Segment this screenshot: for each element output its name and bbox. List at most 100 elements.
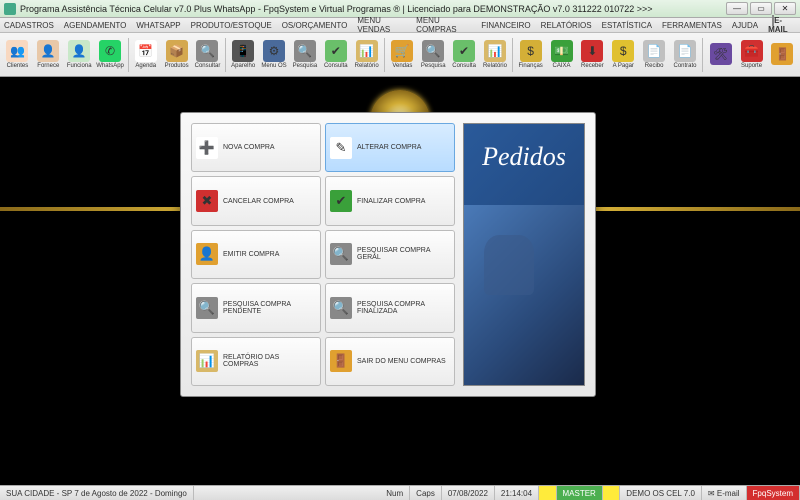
toolbar-relatório[interactable]: 📊Relatório xyxy=(481,35,510,75)
toolbar-aparelho[interactable]: 📱Aparelho xyxy=(229,35,258,75)
toolbar-whatsapp[interactable]: ✆WhatsApp xyxy=(96,35,125,75)
relatório-icon: 📊 xyxy=(356,40,378,62)
clientes-icon: 👥 xyxy=(6,40,28,62)
toolbar-consultar[interactable]: 🔍Consultar xyxy=(193,35,222,75)
dlg-btn-pesquisa-compra-pendente[interactable]: 🔍PESQUISA COMPRA PENDENTE xyxy=(191,283,321,332)
toolbar-label: A Pagar xyxy=(613,63,634,69)
close-button[interactable]: ✕ xyxy=(774,2,796,15)
dlg-btn-nova-compra[interactable]: ➕NOVA COMPRA xyxy=(191,123,321,172)
toolbar-contrato[interactable]: 📄Contrato xyxy=(671,35,700,75)
dlg-btn-sair-do-menu-compras[interactable]: 🚪SAIR DO MENU COMPRAS xyxy=(325,337,455,386)
toolbar-separator xyxy=(128,38,129,72)
toolbar-pesquisa[interactable]: 🔍Pesquisa xyxy=(419,35,448,75)
toolbar-label: Pesquisa xyxy=(421,63,446,69)
dlg-btn-cancelar-compra[interactable]: ✖CANCELAR COMPRA xyxy=(191,176,321,225)
dlg-btn-pesquisa-compra-finalizada[interactable]: 🔍 PESQUISA COMPRA FINALIZADA xyxy=(325,283,455,332)
toolbar-receber[interactable]: ⬇Receber xyxy=(578,35,607,75)
dlg-icon: 📊 xyxy=(196,350,218,372)
btn24-icon: 🚪 xyxy=(771,43,793,65)
statusbar: SUA CIDADE - SP 7 de Agosto de 2022 - Do… xyxy=(0,485,800,500)
toolbar-label: Consulta xyxy=(452,63,476,69)
toolbar-label: Recibo xyxy=(645,63,664,69)
dlg-btn-relatório-das-compras[interactable]: 📊 RELATÓRIO DAS COMPRAS xyxy=(191,337,321,386)
toolbar-funciona[interactable]: 👤Funciona xyxy=(65,35,94,75)
menu-agendamento[interactable]: AGENDAMENTO xyxy=(64,21,127,30)
finanças-icon: $ xyxy=(520,40,542,62)
email-icon: ✉ xyxy=(708,489,715,498)
dlg-btn-alterar-compra[interactable]: ✎ALTERAR COMPRA xyxy=(325,123,455,172)
maximize-button[interactable]: ▭ xyxy=(750,2,772,15)
toolbar-caixa[interactable]: 💵CAIXA xyxy=(547,35,576,75)
toolbar-pesquisa[interactable]: 🔍Pesquisa xyxy=(290,35,319,75)
email-icon xyxy=(772,15,774,26)
whatsapp-icon: ✆ xyxy=(99,40,121,62)
status-location: SUA CIDADE - SP 7 de Agosto de 2022 - Do… xyxy=(0,486,194,500)
suporte-icon: 🧰 xyxy=(741,40,763,62)
status-email[interactable]: ✉ E-mail xyxy=(702,486,747,500)
menu-menu compras[interactable]: MENU COMPRAS xyxy=(416,16,471,34)
toolbar-label: Suporte xyxy=(741,63,762,69)
menu-estatística[interactable]: ESTATÍSTICA xyxy=(602,21,652,30)
toolbar-suporte[interactable]: 🧰Suporte xyxy=(737,35,766,75)
menu-ferramentas[interactable]: FERRAMENTAS xyxy=(662,21,722,30)
toolbar-fornece[interactable]: 👤Fornece xyxy=(34,35,63,75)
dlg-icon: 🔍 xyxy=(330,243,352,265)
fornece-icon: 👤 xyxy=(37,40,59,62)
dlg-btn-finalizar-compra[interactable]: ✔FINALIZAR COMPRA xyxy=(325,176,455,225)
toolbar-agenda[interactable]: 📅Agenda xyxy=(131,35,160,75)
menu-produto/estoque[interactable]: PRODUTO/ESTOQUE xyxy=(191,21,272,30)
status-indicator-yellow2 xyxy=(603,486,620,500)
menu-relatórios[interactable]: RELATÓRIOS xyxy=(541,21,592,30)
consulta-icon: ✔ xyxy=(453,40,475,62)
menu-cadastros[interactable]: CADASTROS xyxy=(4,21,54,30)
minimize-button[interactable]: — xyxy=(726,2,748,15)
window-controls: — ▭ ✕ xyxy=(726,2,796,15)
menu-ajuda[interactable]: AJUDA xyxy=(732,21,758,30)
toolbar-label: Finanças xyxy=(518,63,542,69)
produtos-icon: 📦 xyxy=(166,40,188,62)
toolbar-finanças[interactable]: $Finanças xyxy=(516,35,545,75)
toolbar-recibo[interactable]: 📄Recibo xyxy=(640,35,669,75)
app-icon xyxy=(4,3,16,15)
toolbar-clientes[interactable]: 👥Clientes xyxy=(3,35,32,75)
toolbar-btn22[interactable]: 🛠 xyxy=(706,35,735,75)
menu-menu vendas[interactable]: MENU VENDAS xyxy=(357,16,406,34)
consultar-icon: 🔍 xyxy=(196,40,218,62)
toolbar-relatório[interactable]: 📊Relatório xyxy=(352,35,381,75)
toolbar-label: Clientes xyxy=(7,63,29,69)
toolbar-label: Relatório xyxy=(483,63,507,69)
toolbar-label: CAIXA xyxy=(552,63,570,69)
toolbar-label: Fornece xyxy=(37,63,59,69)
status-time: 21:14:04 xyxy=(495,486,539,500)
dlg-icon: 🔍 xyxy=(196,297,218,319)
menu-financeiro[interactable]: FINANCEIRO xyxy=(481,21,530,30)
toolbar-a pagar[interactable]: $A Pagar xyxy=(609,35,638,75)
toolbar-menu os[interactable]: ⚙Menu OS xyxy=(260,35,289,75)
toolbar-separator xyxy=(512,38,513,72)
toolbar-label: Vendas xyxy=(392,63,412,69)
toolbar-label: Funciona xyxy=(67,63,92,69)
menu-whatsapp[interactable]: WHATSAPP xyxy=(136,21,180,30)
pesquisa-icon: 🔍 xyxy=(294,40,316,62)
dlg-icon: 🔍 xyxy=(330,297,352,319)
dlg-btn-label: RELATÓRIO DAS COMPRAS xyxy=(223,354,316,368)
toolbar-consulta[interactable]: ✔Consulta xyxy=(321,35,350,75)
pesquisa-icon: 🔍 xyxy=(422,40,444,62)
toolbar-btn24[interactable]: 🚪 xyxy=(768,35,797,75)
main-area: ➕NOVA COMPRA✎ALTERAR COMPRA✖CANCELAR COM… xyxy=(0,77,800,485)
dlg-icon: 👤 xyxy=(196,243,218,265)
toolbar-produtos[interactable]: 📦Produtos xyxy=(162,35,191,75)
dlg-btn-pesquisar-compra-geral[interactable]: 🔍PESQUISAR COMPRA GERAL xyxy=(325,230,455,279)
side-panel-title: Pedidos xyxy=(464,142,584,172)
aparelho-icon: 📱 xyxy=(232,40,254,62)
status-master: MASTER xyxy=(557,486,603,500)
compras-dialog: ➕NOVA COMPRA✎ALTERAR COMPRA✖CANCELAR COM… xyxy=(180,112,596,397)
toolbar-consulta[interactable]: ✔Consulta xyxy=(450,35,479,75)
menu-email[interactable]: E-MAIL xyxy=(768,16,796,34)
dlg-btn-label: PESQUISA COMPRA FINALIZADA xyxy=(357,301,450,315)
dlg-btn-emitir-compra[interactable]: 👤EMITIR COMPRA xyxy=(191,230,321,279)
menu-os/orçamento[interactable]: OS/ORÇAMENTO xyxy=(282,21,348,30)
toolbar-label: WhatsApp xyxy=(96,63,124,69)
toolbar-vendas[interactable]: 🛒Vendas xyxy=(388,35,417,75)
toolbar-label: Pesquisa xyxy=(293,63,318,69)
